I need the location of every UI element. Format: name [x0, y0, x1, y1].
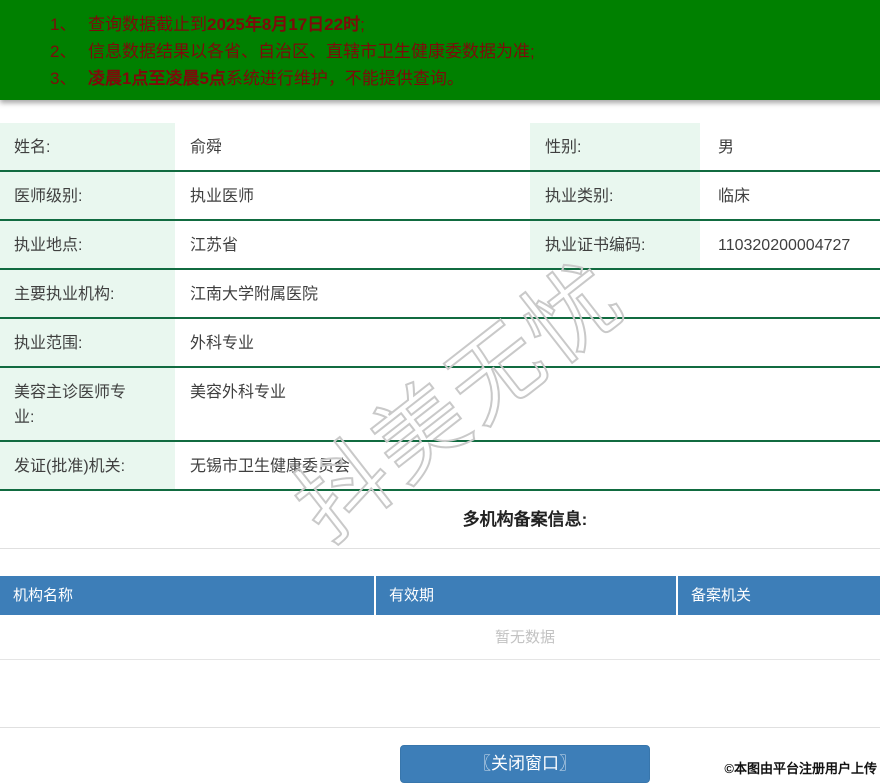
field-value-practice-location: 江苏省	[175, 221, 530, 268]
notice-text: 信息数据结果以各省、自治区、直辖市卫生健康委数据为准;	[88, 42, 535, 61]
field-value-issuing-authority: 无锡市卫生健康委员会	[175, 442, 880, 489]
table-row-practice-scope: 执业范围: 外科专业	[0, 319, 880, 368]
notice-line-2: 2、 信息数据结果以各省、自治区、直辖市卫生健康委数据为准;	[50, 39, 880, 64]
field-value-name: 俞舜	[175, 123, 530, 170]
notice-text: 查询数据截止到2025年8月17日22时;	[88, 15, 365, 34]
field-label-name: 姓名:	[0, 123, 175, 170]
field-value-main-institution: 江南大学附属医院	[175, 270, 880, 317]
notice-line-1: 1、 查询数据截止到2025年8月17日22时;	[50, 12, 880, 37]
field-value-certificate-number: 110320200004727	[700, 221, 880, 268]
column-header-institution-name: 机构名称	[0, 576, 376, 615]
field-label-practice-scope: 执业范围:	[0, 319, 175, 366]
records-empty-state: 暂无数据	[0, 615, 880, 660]
field-value-cosmetic-specialty: 美容外科专业	[175, 368, 880, 440]
table-row-cosmetic-specialty: 美容主诊医师专业: 美容外科专业	[0, 368, 880, 442]
field-label-issuing-authority: 发证(批准)机关:	[0, 442, 175, 489]
field-label-certificate-number: 执业证书编码:	[530, 221, 700, 268]
section-divider	[0, 548, 880, 549]
table-row-main-institution: 主要执业机构: 江南大学附属医院	[0, 270, 880, 319]
table-row-issuing-authority: 发证(批准)机关: 无锡市卫生健康委员会	[0, 442, 880, 491]
notice-number: 1、	[50, 15, 77, 34]
column-header-validity-period: 有效期	[376, 576, 678, 615]
column-header-filing-authority: 备案机关	[691, 587, 752, 604]
field-value-gender: 男	[700, 123, 880, 170]
notice-number: 3、	[50, 69, 77, 88]
notice-text: 凌晨1点至凌晨5点系统进行维护，不能提供查询。	[88, 69, 464, 88]
notice-banner: 1、 查询数据截止到2025年8月17日22时; 2、 信息数据结果以各省、自治…	[0, 0, 880, 100]
field-label-cosmetic-specialty: 美容主诊医师专业:	[0, 368, 175, 440]
field-label-doctor-level: 医师级别:	[0, 172, 175, 219]
attribution-overlay: ©本图由平台注册用户上传	[724, 761, 877, 776]
physician-profile-table: 姓名: 俞舜 性别: 男 医师级别: 执业医师 执业类别: 临床 执业地点: 江…	[0, 123, 880, 491]
field-label-practice-category: 执业类别:	[530, 172, 700, 219]
field-value-practice-scope: 外科专业	[175, 319, 880, 366]
field-value-doctor-level: 执业医师	[175, 172, 530, 219]
field-label-gender: 性别:	[530, 123, 700, 170]
page: 1、 查询数据截止到2025年8月17日22时; 2、 信息数据结果以各省、自治…	[0, 0, 880, 783]
notice-number: 2、	[50, 42, 77, 61]
table-row-level-category: 医师级别: 执业医师 执业类别: 临床	[0, 172, 880, 221]
section-title-multi-institution: 多机构备案信息:	[462, 510, 588, 529]
table-row-name-gender: 姓名: 俞舜 性别: 男	[0, 123, 880, 172]
table-row-location-certificate: 执业地点: 江苏省 执业证书编码: 110320200004727	[0, 221, 880, 270]
records-table-header: 机构名称 有效期 备案机关	[0, 576, 880, 615]
notice-line-3: 3、 凌晨1点至凌晨5点系统进行维护，不能提供查询。	[50, 66, 880, 91]
field-value-practice-category: 临床	[700, 172, 880, 219]
close-window-button[interactable]: 〖关闭窗口〗	[400, 745, 650, 783]
field-label-main-institution: 主要执业机构:	[0, 270, 175, 317]
field-label-practice-location: 执业地点:	[0, 221, 175, 268]
